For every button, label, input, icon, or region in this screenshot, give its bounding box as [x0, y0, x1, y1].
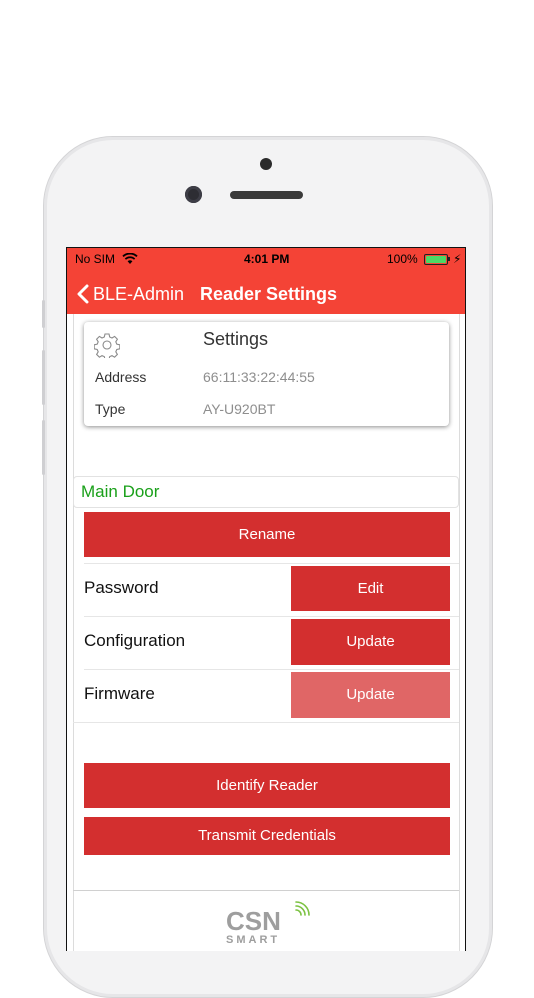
gear-icon	[94, 333, 120, 358]
address-label: Address	[95, 369, 147, 385]
type-value: AY-U920BT	[203, 401, 276, 417]
card-title: Settings	[203, 329, 269, 349]
content-border-right	[459, 314, 460, 951]
divider	[84, 616, 459, 617]
footer-divider	[73, 890, 459, 891]
configuration-update-button[interactable]: Update	[291, 619, 450, 665]
content-border-left	[73, 314, 74, 951]
type-label: Type	[95, 401, 126, 417]
password-edit-button[interactable]: Edit	[291, 566, 450, 611]
divider	[73, 722, 459, 723]
content-area: Settings Address 66:11:33:22:44:55 Type …	[67, 314, 465, 951]
back-button[interactable]: BLE-Admin	[77, 281, 184, 307]
settings-card: Settings Address 66:11:33:22:44:55 Type …	[84, 322, 449, 426]
proximity-sensor	[260, 158, 272, 170]
battery-percent: 100%	[387, 252, 418, 266]
clock-time: 4:01 PM	[244, 252, 290, 266]
reader-name-field[interactable]: Main Door	[73, 476, 459, 508]
phone-side-button	[42, 300, 45, 328]
logo-text-smart: SMART	[226, 934, 280, 946]
divider	[84, 563, 459, 564]
firmware-update-button[interactable]: Update	[291, 672, 450, 718]
firmware-label: Firmware	[84, 684, 155, 703]
page-title: Reader Settings	[200, 284, 338, 304]
back-label: BLE-Admin	[93, 283, 185, 304]
identify-reader-button[interactable]: Identify Reader	[84, 763, 450, 808]
charging-icon: ⚡	[453, 252, 462, 266]
front-camera	[185, 186, 202, 203]
app-header: No SIM 4:01 PM 100% ⚡ BLE-Admin Reader S…	[67, 248, 465, 314]
password-label: Password	[84, 578, 159, 597]
battery-icon	[424, 254, 448, 265]
phone-side-button	[42, 350, 45, 405]
address-value: 66:11:33:22:44:55	[203, 369, 315, 385]
configuration-label: Configuration	[84, 631, 186, 650]
phone-side-button	[42, 420, 45, 475]
earpiece-speaker	[230, 191, 303, 199]
transmit-credentials-button[interactable]: Transmit Credentials	[84, 817, 450, 855]
wifi-icon	[122, 253, 138, 264]
chevron-left-icon	[77, 284, 89, 304]
logo-text-csn: CSN	[226, 906, 281, 936]
battery-tip	[448, 257, 450, 261]
rename-button[interactable]: Rename	[84, 512, 450, 557]
carrier-label: No SIM	[75, 252, 116, 266]
app-screen: No SIM 4:01 PM 100% ⚡ BLE-Admin Reader S…	[66, 247, 466, 951]
csn-smart-logo: CSN SMART	[226, 901, 310, 946]
divider	[84, 669, 459, 670]
